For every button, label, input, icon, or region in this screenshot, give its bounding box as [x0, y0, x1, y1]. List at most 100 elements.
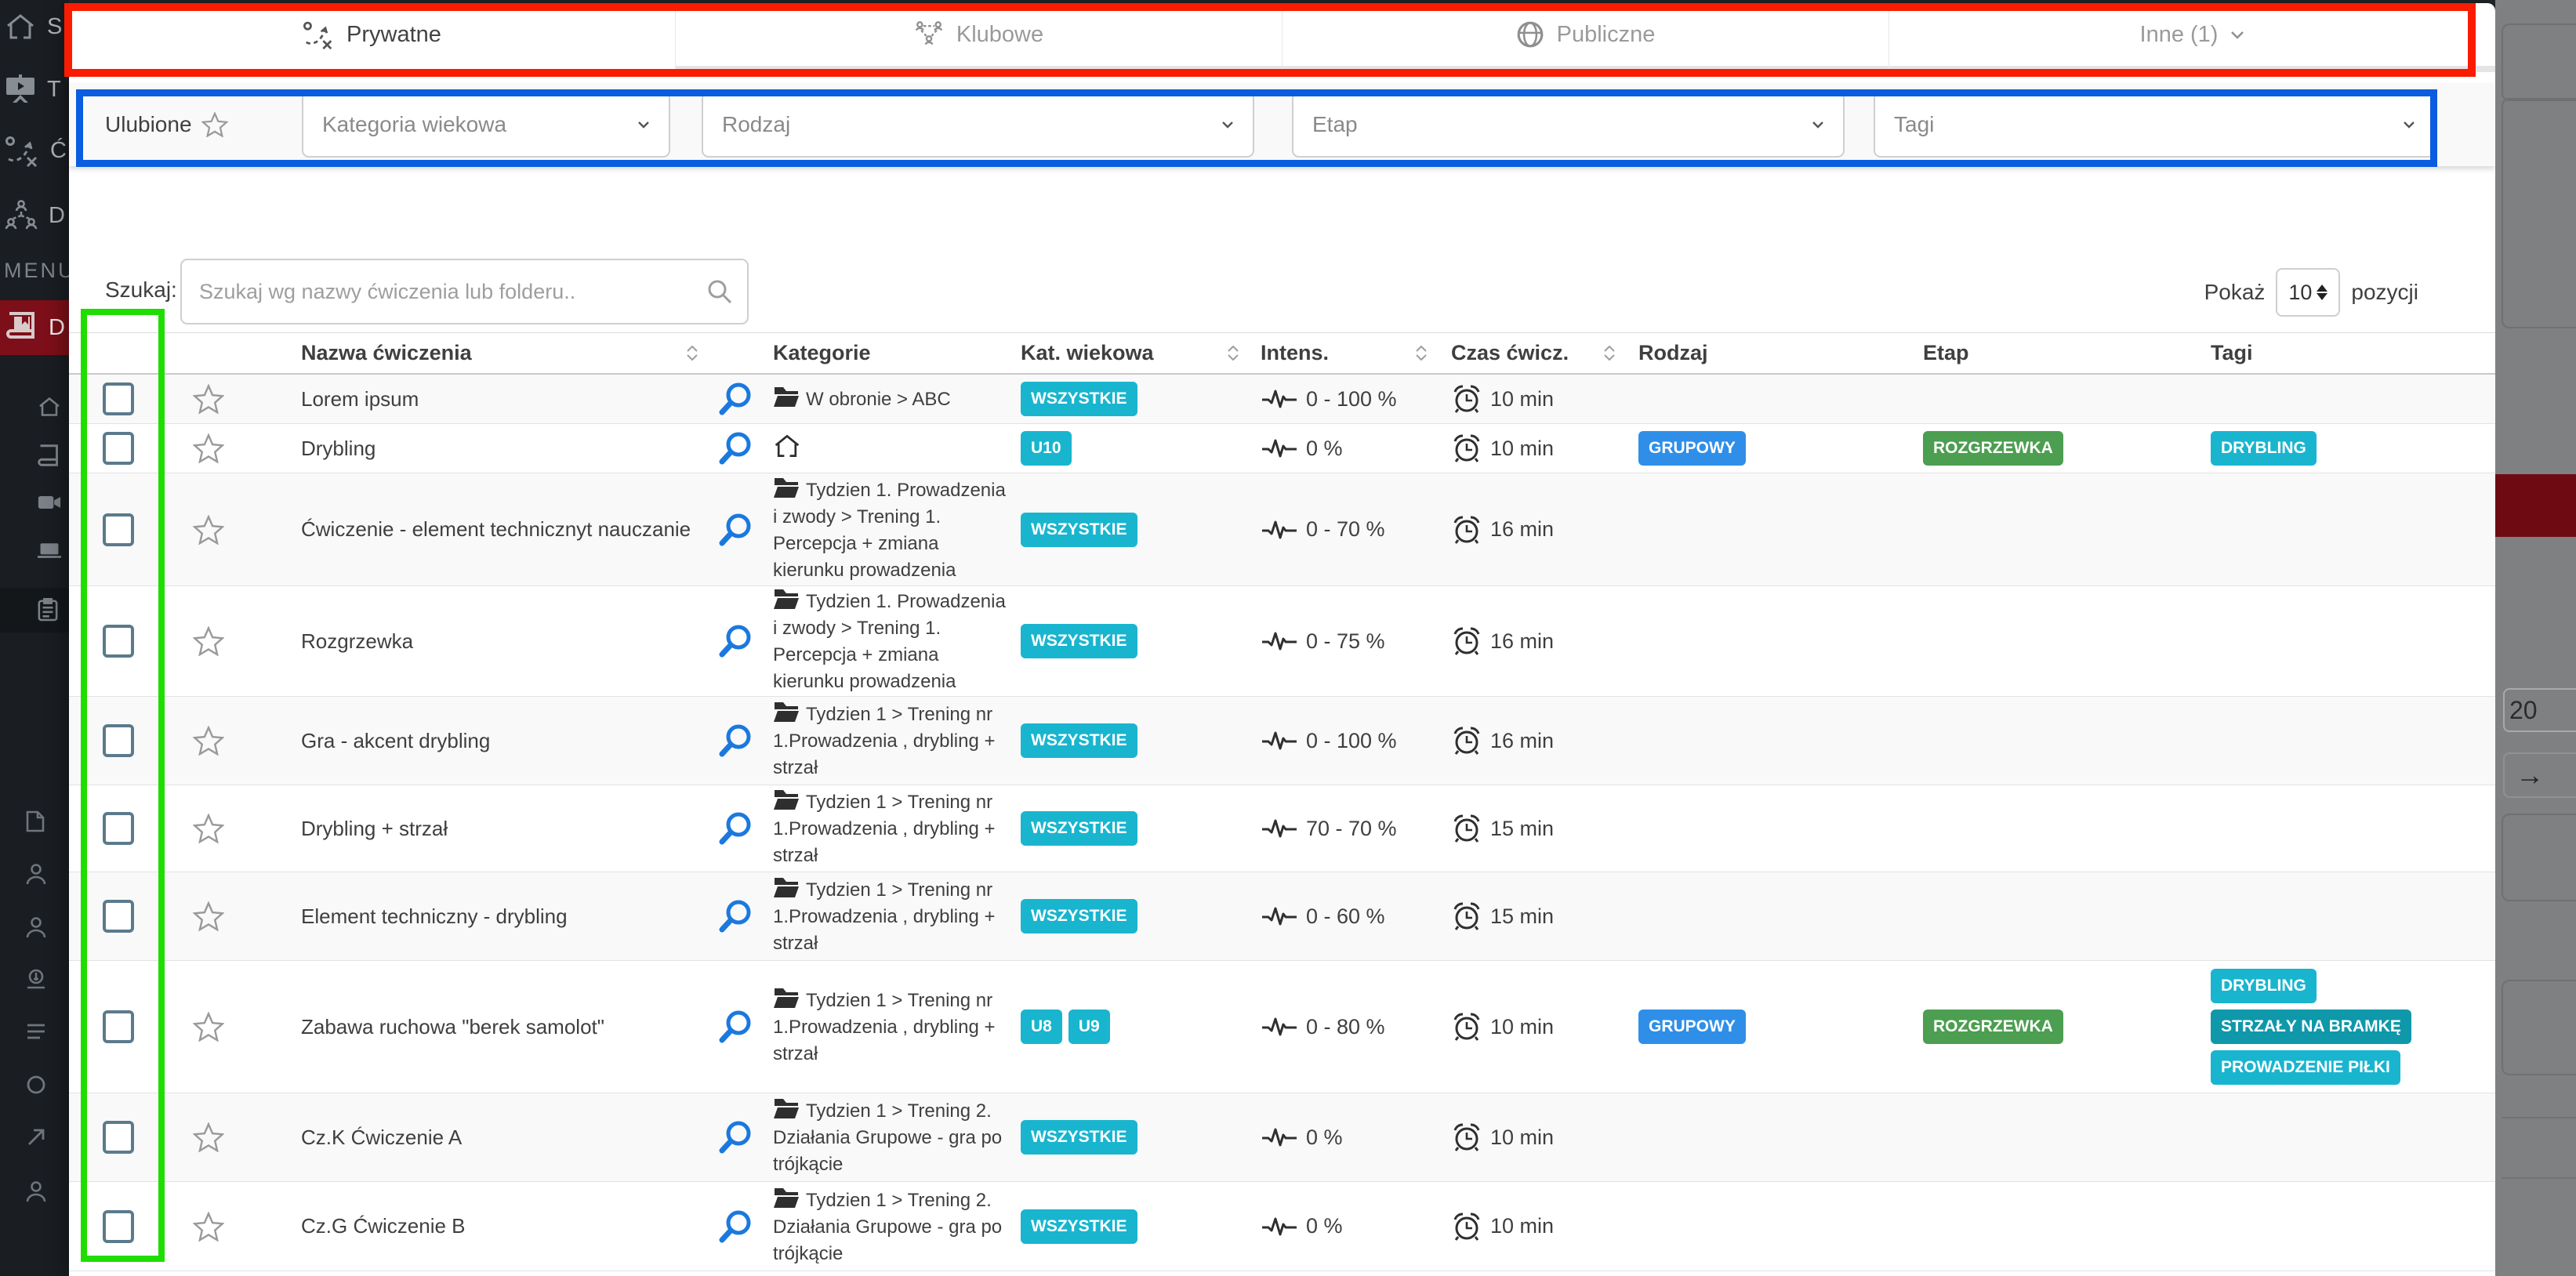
star-icon[interactable]	[193, 515, 224, 545]
table-row: DryblingU100 %10 minGRUPOWYROZGRZEWKADRY…	[69, 424, 2495, 473]
document-icon[interactable]	[26, 810, 45, 832]
dropdown-kategoria-wiekowa[interactable]: Kategoria wiekowa	[302, 92, 670, 158]
dropdown-rodzaj[interactable]: Rodzaj	[702, 92, 1254, 158]
spinner-arrows-icon[interactable]	[2317, 285, 2327, 300]
preview-search-icon[interactable]	[717, 623, 753, 659]
book-icon[interactable]	[38, 444, 60, 466]
sidebar-item-druzyny[interactable]: D	[0, 198, 69, 234]
preview-search-icon[interactable]	[717, 1009, 753, 1045]
circle-icon[interactable]	[26, 1075, 46, 1095]
row-checkbox[interactable]	[103, 432, 134, 465]
dropdown-tagi[interactable]: Tagi	[1874, 92, 2436, 158]
sort-icon[interactable]	[1416, 346, 1427, 361]
header-kat-wiekowa[interactable]: Kat. wiekowa	[1011, 341, 1246, 365]
folder-path: Tydzien 1 > Trening nr 1.Prowadzenia , d…	[773, 986, 1008, 1068]
sort-icon[interactable]	[1604, 346, 1615, 361]
search-box	[180, 259, 749, 324]
star-icon[interactable]	[193, 726, 224, 756]
row-checkbox[interactable]	[103, 625, 134, 658]
sidebar-item-active[interactable]: D	[0, 300, 69, 355]
exercise-name: Element techniczny - drybling	[301, 904, 568, 929]
star-icon[interactable]	[193, 384, 224, 414]
preview-search-icon[interactable]	[717, 430, 753, 466]
sort-icon[interactable]	[687, 346, 698, 361]
laptop-icon[interactable]	[38, 542, 61, 560]
table-row: Lorem ipsumW obronie > ABCWSZYSTKIE0 - 1…	[69, 375, 2495, 424]
user-icon[interactable]	[26, 863, 46, 885]
favorites-filter[interactable]: Ulubione	[105, 112, 228, 137]
folder-icon	[773, 986, 800, 1010]
tab-publiczne[interactable]: Publiczne	[1282, 3, 1888, 72]
tab-klubowe[interactable]: Klubowe	[675, 3, 1282, 72]
exercise-name-cell: Drybling	[249, 437, 706, 461]
time-cell: 10 min	[1435, 1122, 1623, 1153]
row-checkbox[interactable]	[103, 1210, 134, 1243]
exercise-name-cell: Drybling + strzał	[249, 817, 706, 841]
row-checkbox[interactable]	[103, 1010, 134, 1043]
search-input[interactable]	[182, 280, 706, 304]
row-checkbox[interactable]	[103, 812, 134, 845]
row-select-cell	[69, 1121, 167, 1154]
time-value: 10 min	[1490, 1214, 1554, 1238]
row-preview-cell	[706, 898, 764, 934]
chevron-down-icon	[2403, 121, 2415, 129]
clipboard-icon[interactable]	[38, 598, 58, 622]
badge: WSZYSTKIE	[1021, 1209, 1137, 1244]
folder-icon	[773, 700, 800, 723]
exercise-name: Lorem ipsum	[301, 387, 419, 411]
page-size-spinner[interactable]: 10	[2276, 268, 2340, 317]
star-icon[interactable]	[193, 1012, 224, 1042]
preview-search-icon[interactable]	[717, 1209, 753, 1245]
star-icon[interactable]	[193, 626, 224, 656]
home-icon	[773, 433, 801, 459]
row-checkbox[interactable]	[103, 900, 134, 933]
tagi-cell: DRYBLINGSTRZAŁY NA BRAMKĘPROWADZENIE PIŁ…	[2203, 961, 2495, 1093]
filter-band: Ulubione Kategoria wiekowa Rodzaj Etap T…	[69, 83, 2495, 166]
preview-search-icon[interactable]	[717, 1119, 753, 1155]
house-icon[interactable]	[38, 396, 61, 418]
pulse-icon	[1261, 1126, 1298, 1149]
tab-inne[interactable]: Inne (1)	[1888, 3, 2495, 72]
pulse-icon	[1261, 518, 1298, 542]
star-icon[interactable]	[193, 901, 224, 931]
tab-label: Inne (1)	[2140, 22, 2219, 48]
star-icon[interactable]	[201, 112, 228, 137]
dropdown-etap[interactable]: Etap	[1292, 92, 1845, 158]
camera-icon[interactable]	[38, 494, 61, 511]
star-icon[interactable]	[193, 814, 224, 843]
star-icon[interactable]	[193, 433, 224, 463]
badge: ROZGRZEWKA	[1923, 1010, 2063, 1044]
background-next-button: →	[2503, 752, 2576, 798]
folder-icon	[773, 788, 800, 811]
preview-search-icon[interactable]	[717, 898, 753, 934]
sidebar-item-start[interactable]: S	[0, 9, 69, 44]
arrow-icon[interactable]	[26, 1127, 46, 1147]
sidebar-item-cwiczenia[interactable]: Ć	[0, 132, 69, 169]
star-icon[interactable]	[193, 1122, 224, 1152]
row-checkbox[interactable]	[103, 724, 134, 757]
search-label: Szukaj:	[105, 277, 177, 303]
payment-icon[interactable]	[26, 969, 46, 991]
row-checkbox[interactable]	[103, 513, 134, 546]
user-icon[interactable]	[26, 916, 46, 938]
header-intens[interactable]: Intens.	[1246, 341, 1435, 365]
tab-prywatne[interactable]: Prywatne	[69, 3, 675, 72]
preview-search-icon[interactable]	[717, 381, 753, 417]
training-board-icon	[5, 74, 36, 104]
row-checkbox[interactable]	[103, 382, 134, 415]
rodzaj-cell: GRUPOWY	[1623, 1010, 1913, 1044]
preview-search-icon[interactable]	[717, 512, 753, 548]
sort-icon[interactable]	[1228, 346, 1239, 361]
preview-search-icon[interactable]	[717, 810, 753, 846]
row-checkbox[interactable]	[103, 1121, 134, 1154]
age-category-cell: WSZYSTKIE	[1011, 723, 1246, 758]
exercise-name-cell: Rozgrzewka	[249, 629, 706, 654]
header-czas-cwicz[interactable]: Czas ćwicz.	[1435, 341, 1623, 365]
star-icon[interactable]	[193, 1212, 224, 1242]
sidebar-item-treningi[interactable]: T	[0, 72, 69, 107]
user-icon[interactable]	[26, 1180, 46, 1202]
preview-search-icon[interactable]	[717, 723, 753, 759]
row-favorite-cell	[167, 1012, 249, 1042]
header-nazwa-cwiczenia[interactable]: Nazwa ćwiczenia	[249, 341, 706, 365]
list-icon[interactable]	[26, 1022, 46, 1042]
